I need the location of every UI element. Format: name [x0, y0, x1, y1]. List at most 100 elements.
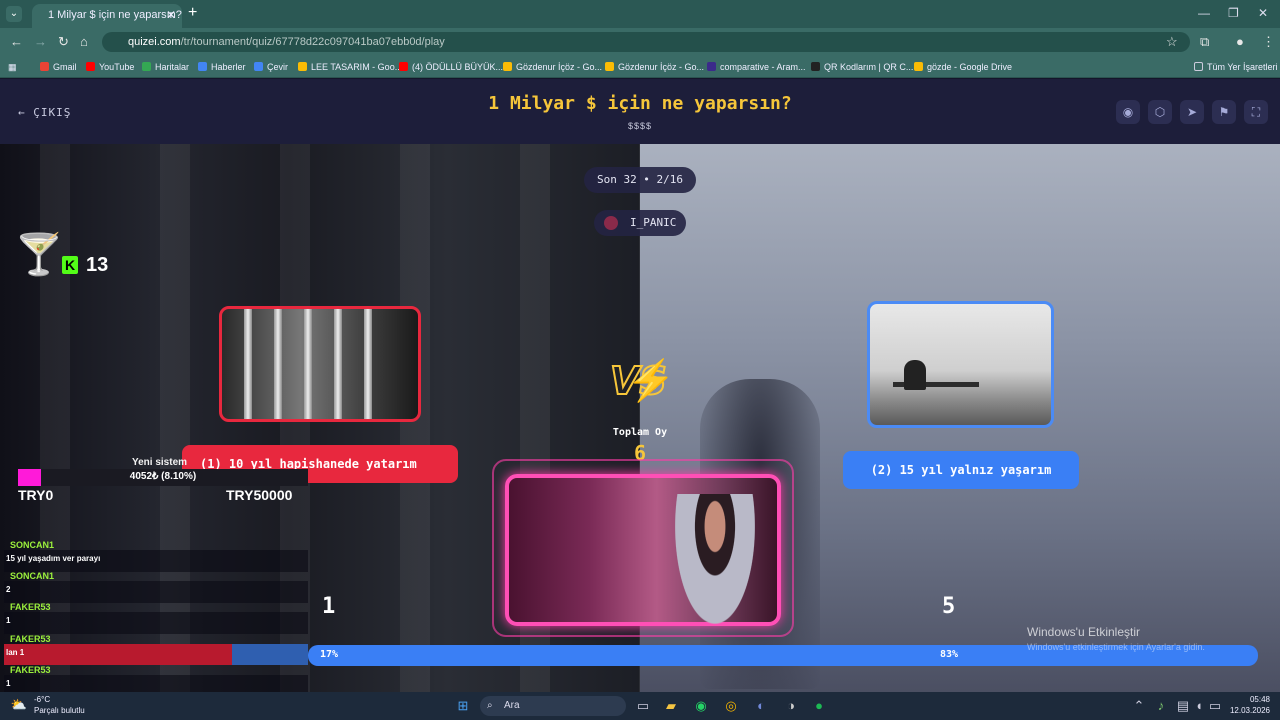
chat-user: SONCAN1 [10, 540, 55, 550]
chrome-icon[interactable]: ◎ [722, 697, 740, 715]
clock-time: 05:48 [1249, 695, 1270, 704]
tab-title: 1 Milyar $ için ne yaparsın? - Ti [48, 9, 182, 21]
url-host: quizei.com [128, 36, 181, 48]
forward-icon[interactable]: → [34, 34, 47, 49]
quiz-header: ← ÇIKIŞ 1 Milyar $ için ne yaparsın? $$$… [0, 79, 1280, 144]
chat-text: 15 yıl yaşadım ver parayı [6, 554, 101, 563]
bookmark-drive[interactable]: gözde - Google Drive [914, 62, 1012, 72]
home-icon[interactable]: ⌂ [80, 34, 88, 49]
back-icon[interactable]: ← [10, 34, 23, 49]
flag-icon[interactable]: ⚑ [1212, 100, 1236, 124]
weather-desc: Parçalı bulutlu [34, 706, 85, 715]
option-2-percent: 83% [940, 649, 959, 660]
chat-message: SONCAN1 2 [4, 571, 308, 603]
whatsapp-icon[interactable]: ◉ [692, 697, 710, 715]
browser-tab[interactable]: 1 Milyar $ için ne yaparsın? - Ti ✕ [32, 4, 182, 28]
bookmark-gozdenur-2[interactable]: Gözdenur İçöz - Go... [605, 62, 704, 72]
round-badge: Son 32 • 2/16 [584, 167, 696, 193]
bookmark-qr[interactable]: QR Kodlarım | QR C... [811, 62, 913, 72]
url-path: /tr/tournament/quiz/67778d22c097041ba07e… [180, 36, 445, 48]
sitting-man-shape [904, 360, 926, 390]
clock-date: 12.03.2026 [1229, 706, 1270, 715]
taskbar-clock[interactable]: 05:48 12.03.2026 [1226, 694, 1270, 716]
option-2-image[interactable] [867, 301, 1054, 428]
player-avatar [604, 216, 618, 230]
kick-icon: K [62, 256, 78, 274]
chat-text: lan 1 [6, 648, 25, 657]
menu-icon[interactable]: ⋮ [1262, 34, 1275, 50]
chat-user: FAKER53 [10, 602, 51, 612]
fullscreen-icon[interactable]: ⛶ [1244, 100, 1268, 124]
weather-icon[interactable]: ⛅ [10, 696, 28, 714]
chat-message: FAKER53 1 [4, 665, 308, 692]
donation-max-label: TRY50000 [226, 487, 293, 503]
chat-text: 1 [6, 616, 11, 625]
jail-bar [304, 309, 312, 419]
task-view-icon[interactable]: ▭ [634, 697, 652, 715]
jail-bar [274, 309, 282, 419]
chat-user: SONCAN1 [10, 571, 55, 581]
option-1-image[interactable] [219, 306, 421, 422]
donation-goal-bar: 4052₺ (8.10%) [18, 469, 308, 486]
chat-message: FAKER53 lan 1 [4, 634, 308, 666]
all-bookmarks[interactable]: Tüm Yer İşaretleri [1194, 62, 1278, 72]
url-field[interactable]: quizei.com/tr/tournament/quiz/67778d22c0… [102, 32, 1190, 52]
extensions-icon[interactable]: ⧉ [1200, 34, 1209, 50]
weather-temp: -6°C [34, 695, 51, 704]
bookmark-lee[interactable]: LEE TASARIM - Goo... [298, 62, 402, 72]
tab-close-icon[interactable]: ✕ [166, 8, 176, 22]
obs-icon[interactable]: ◑ [782, 697, 800, 715]
weather-widget[interactable]: -6°C Parçalı bulutlu [34, 694, 85, 716]
profile-avatar[interactable]: ● [1236, 34, 1244, 49]
tab-search-icon[interactable]: ⌄ [6, 6, 22, 22]
windows-activation-title: Windows'u Etkinleştir [1027, 625, 1140, 639]
spotify-icon[interactable]: ● [810, 697, 828, 715]
chat-text: 1 [6, 679, 11, 688]
donation-goal-text: 4052₺ (8.10%) [129, 471, 197, 482]
eye-icon[interactable]: ◉ [1116, 100, 1140, 124]
windows-start-icon[interactable]: ⊞ [454, 697, 472, 715]
cocktail-icon: 🍸 [14, 233, 64, 277]
donation-min-label: TRY0 [18, 487, 54, 503]
apps-icon[interactable]: ▦ [8, 62, 17, 73]
bookmarks-bar: ▦ Gmail YouTube Haritalar Haberler Çevir… [0, 56, 1280, 78]
bookmark-news[interactable]: Haberler [198, 62, 246, 72]
window-close-icon[interactable]: ✕ [1258, 6, 1268, 20]
send-icon[interactable]: ➤ [1180, 100, 1204, 124]
total-votes-label: Toplam Oy [612, 427, 668, 438]
file-explorer-icon[interactable]: ▰ [662, 697, 680, 715]
jail-bar [244, 309, 252, 419]
chat-user: FAKER53 [10, 634, 51, 644]
bookmark-odullu[interactable]: (4) ÖDÜLLÜ BÜYÜK... [399, 62, 503, 72]
lightning-icon: ⚡ [626, 359, 676, 403]
tray-chevron-icon[interactable]: ⌃ [1130, 697, 1148, 715]
option-2-votes: 5 [942, 594, 956, 619]
chat-message: SONCAN1 15 yıl yaşadım ver parayı [4, 540, 308, 572]
new-tab-button[interactable]: + [188, 4, 197, 22]
bookmark-translate[interactable]: Çevir [254, 62, 288, 72]
streamer-figure [675, 494, 755, 624]
page-subtitle: $$$$ [627, 121, 653, 131]
maximize-icon[interactable]: ❐ [1228, 6, 1239, 20]
option-2-button[interactable]: (2) 15 yıl yalnız yaşarım [843, 451, 1079, 489]
discord-icon[interactable]: ◐ [752, 697, 770, 715]
bookmark-gmail[interactable]: Gmail [40, 62, 77, 72]
battery-icon[interactable]: ▭ [1206, 697, 1224, 715]
chat-user: FAKER53 [10, 665, 51, 675]
bookmark-comparative[interactable]: comparative - Aram... [707, 62, 806, 72]
taskbar-search[interactable]: ⌕ Ara [480, 696, 626, 716]
windows-activation-subtitle: Windows'u etkinleştirmek için Ayarlar'a … [1027, 642, 1205, 652]
bookmark-maps[interactable]: Haritalar [142, 62, 189, 72]
player-name: I_PANIC [630, 216, 677, 229]
bookmark-youtube[interactable]: YouTube [86, 62, 134, 72]
bookmark-star-icon[interactable]: ☆ [1166, 34, 1178, 50]
bookmark-gozdenur-1[interactable]: Gözdenur İçöz - Go... [503, 62, 602, 72]
minimize-icon[interactable]: — [1198, 6, 1210, 20]
reload-icon[interactable]: ↻ [58, 34, 69, 50]
kick-count: 13 [86, 254, 109, 276]
page-title: 1 Milyar $ için ne yaparsın? [488, 93, 792, 114]
search-placeholder: Ara [504, 700, 520, 711]
share-icon[interactable]: ⬡ [1148, 100, 1172, 124]
search-icon: ⌕ [487, 700, 493, 711]
microphone-icon[interactable]: ♪ [1152, 697, 1170, 715]
